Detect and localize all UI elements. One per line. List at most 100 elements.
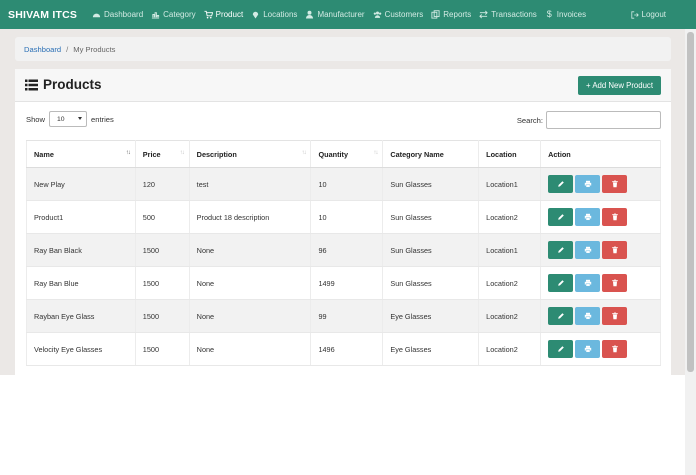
trash-icon (611, 180, 619, 188)
cell-description: None (189, 332, 312, 366)
print-icon (584, 180, 592, 188)
chevron-down-icon (78, 117, 82, 120)
cell-location: Location1 (478, 167, 542, 201)
table-row: Rayban Eye Glass 1500 None 99 Eye Glasses Loc… (26, 299, 661, 333)
column-header-category-name: Category Name (382, 140, 480, 168)
column-header-quantity[interactable]: Quantity ↑↓ (310, 140, 384, 168)
row-actions (548, 274, 660, 292)
nav-item-customers[interactable]: Customers (373, 10, 424, 19)
table-row: Product1 500 Product 18 description 10 Sun G… (26, 200, 661, 234)
print-button[interactable] (575, 274, 601, 292)
delete-button[interactable] (602, 307, 628, 325)
nav-item-invoices[interactable]: $ Invoices (545, 9, 587, 20)
nav-label: Manufacturer (317, 10, 365, 19)
brand-logo[interactable]: SHIVAM ITCS (8, 9, 92, 21)
print-icon (584, 312, 592, 320)
print-button[interactable] (575, 340, 601, 358)
column-header-description[interactable]: Description ↑↓ (189, 140, 312, 168)
column-header-name[interactable]: Name ↑↓ (26, 140, 136, 168)
nav-label: Category (163, 10, 196, 19)
nav-label: Dashboard (104, 10, 144, 19)
breadcrumb-dashboard-link[interactable]: Dashboard (24, 45, 61, 54)
entries-select-value: 10 (57, 115, 65, 123)
nav-item-locations[interactable]: Locations (251, 10, 297, 19)
delete-button[interactable] (602, 208, 628, 226)
scrollbar-thumb[interactable] (687, 32, 694, 372)
pencil-icon (557, 279, 565, 287)
map-marker-icon (252, 11, 259, 19)
row-actions (548, 241, 660, 259)
entries-control: Show 10 entries (26, 111, 114, 127)
main-nav: Dashboard Category Product Locations Man… (92, 10, 594, 19)
print-button[interactable] (575, 208, 601, 226)
print-icon (584, 279, 592, 287)
cell-description: test (189, 167, 312, 201)
cell-description: Product 18 description (189, 200, 312, 234)
row-actions (548, 175, 660, 193)
cell-quantity: 96 (310, 233, 384, 267)
top-navbar: SHIVAM ITCS Dashboard Category Product L… (0, 0, 696, 29)
search-input[interactable] (546, 111, 661, 129)
cell-action (540, 299, 661, 333)
search-control: Search: (517, 111, 661, 129)
vertical-scrollbar[interactable] (685, 29, 696, 475)
print-button[interactable] (575, 175, 601, 193)
page-title: Products (25, 77, 102, 92)
entries-label: entries (91, 114, 114, 124)
nav-label: Invoices (556, 10, 587, 19)
nav-item-category[interactable]: Category (151, 10, 196, 19)
edit-button[interactable] (548, 340, 574, 358)
dashboard-icon (92, 13, 101, 18)
cell-location: Location2 (478, 200, 542, 234)
entries-select[interactable]: 10 (49, 111, 87, 127)
cell-quantity: 1499 (310, 266, 384, 300)
nav-item-product[interactable]: Product (204, 10, 243, 19)
trash-icon (611, 279, 619, 287)
nav-item-manufacturer[interactable]: Manufacturer (305, 10, 365, 19)
nav-label: Locations (263, 10, 298, 19)
nav-item-reports[interactable]: Reports (431, 10, 471, 19)
products-table: Name ↑↓ Price ↑↓ Description ↑↓ Quantity ↑↓ … (26, 140, 661, 366)
edit-button[interactable] (548, 208, 574, 226)
print-icon (584, 246, 592, 254)
products-card: Products + Add New Product Show 10 entri… (15, 69, 671, 375)
search-label: Search: (516, 115, 543, 125)
pencil-icon (557, 246, 565, 254)
edit-button[interactable] (548, 307, 574, 325)
logout-link[interactable]: Logout (630, 0, 666, 29)
sort-icon: ↑↓ (301, 150, 306, 156)
delete-button[interactable] (602, 175, 628, 193)
nav-item-dashboard[interactable]: Dashboard (92, 10, 143, 19)
cell-category: Eye Glasses (382, 299, 480, 333)
edit-button[interactable] (548, 175, 574, 193)
column-header-price[interactable]: Price ↑↓ (135, 140, 190, 168)
nav-label: Customers (384, 10, 424, 19)
delete-button[interactable] (602, 340, 628, 358)
dollar-icon: $ (546, 9, 552, 19)
cell-category: Sun Glasses (382, 167, 480, 201)
add-new-product-button[interactable]: + Add New Product (578, 76, 661, 95)
sort-asc-icon: ↑↓ (125, 150, 131, 156)
print-button[interactable] (575, 307, 601, 325)
delete-button[interactable] (602, 274, 628, 292)
show-label: Show (26, 114, 45, 124)
nav-item-transactions[interactable]: Transactions (479, 10, 537, 19)
delete-button[interactable] (602, 241, 628, 259)
table-row: Ray Ban Black 1500 None 96 Sun Glasses Locati… (26, 233, 661, 267)
print-icon (584, 345, 592, 353)
cell-location: Location2 (478, 332, 542, 366)
cell-price: 1500 (135, 299, 190, 333)
edit-button[interactable] (548, 274, 574, 292)
print-icon (584, 213, 592, 221)
trash-icon (611, 345, 619, 353)
logout-label: Logout (641, 10, 666, 19)
print-button[interactable] (575, 241, 601, 259)
pencil-icon (557, 213, 565, 221)
cell-price: 1500 (135, 266, 190, 300)
pencil-icon (557, 180, 565, 188)
cell-price: 1500 (135, 233, 190, 267)
column-header-location: Location (478, 140, 542, 168)
sign-out-icon (630, 10, 639, 19)
trash-icon (611, 213, 619, 221)
edit-button[interactable] (548, 241, 574, 259)
